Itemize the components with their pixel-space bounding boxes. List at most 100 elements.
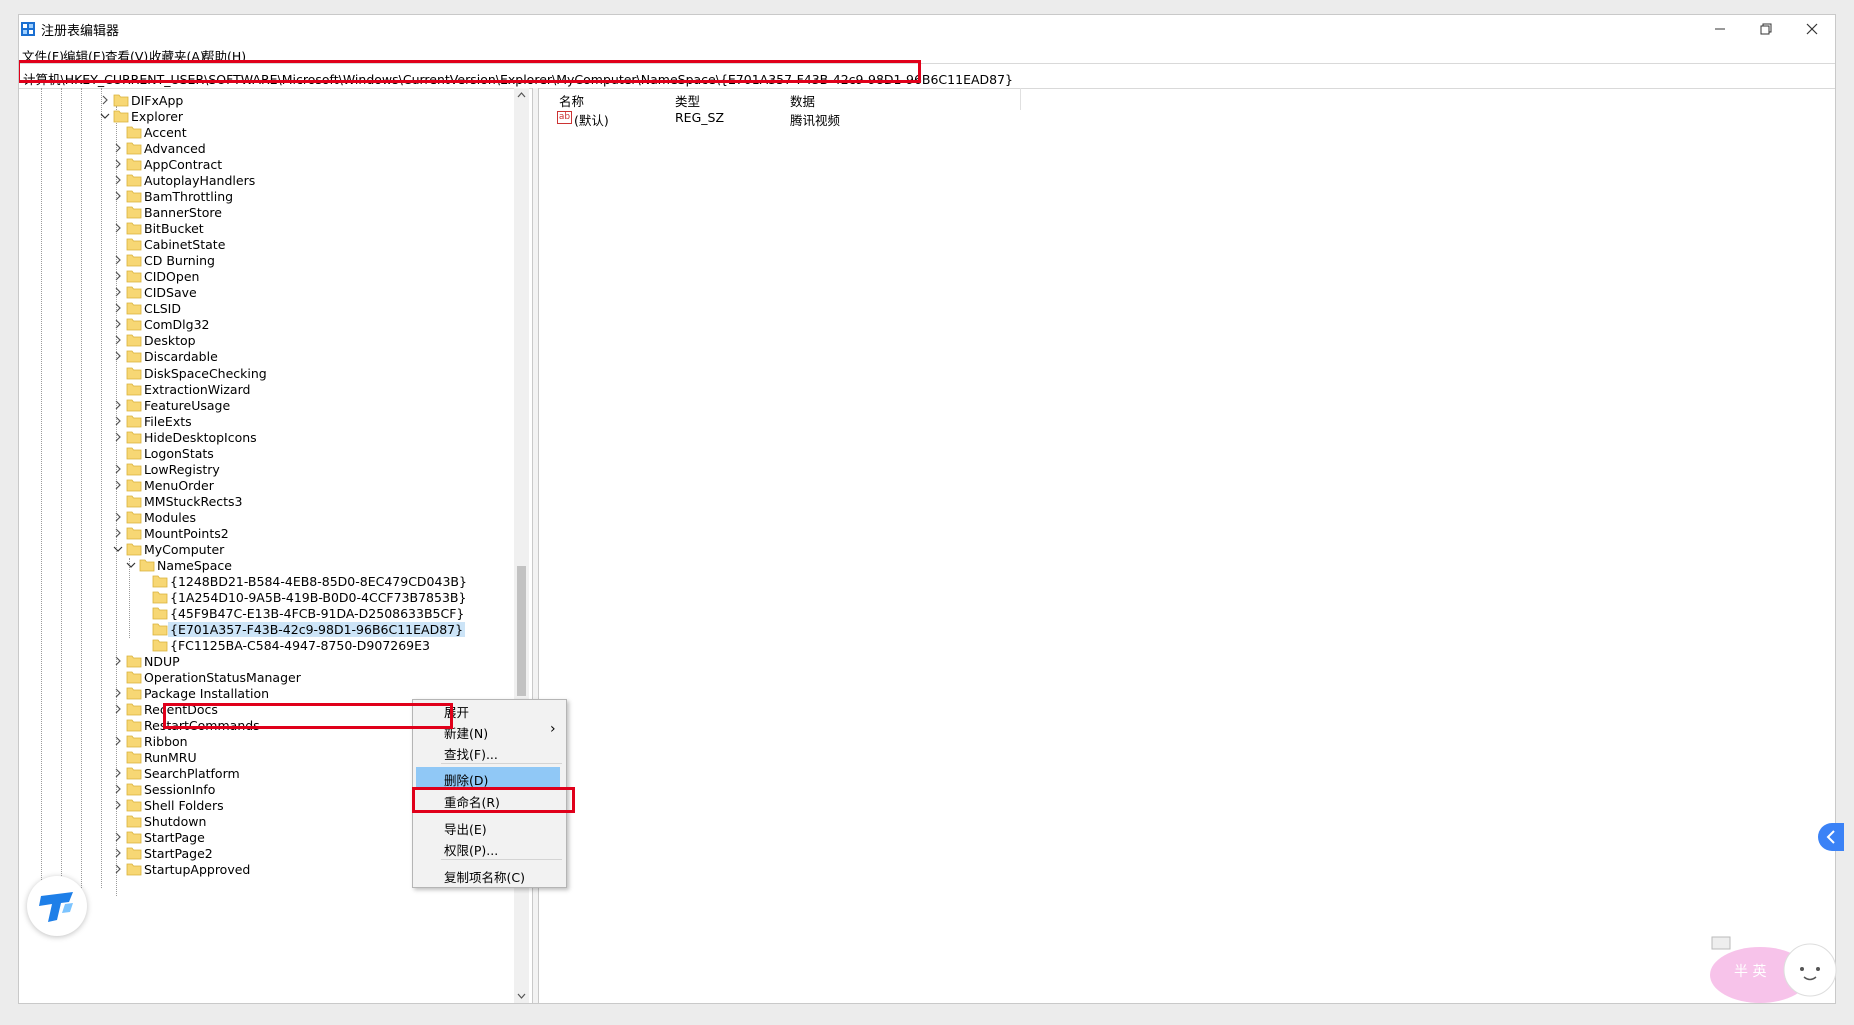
- expand-chevron-icon[interactable]: [112, 847, 124, 859]
- menu-item-rename[interactable]: 重命名(R): [444, 792, 500, 811]
- tree-node-label[interactable]: {E701A357-F43B-42c9-98D1-96B6C11EAD87}: [168, 621, 466, 637]
- tree-node-label[interactable]: AutoplayHandlers: [144, 173, 255, 188]
- expand-chevron-icon[interactable]: [112, 222, 124, 234]
- minimize-button[interactable]: [1697, 15, 1743, 43]
- menu-item-export[interactable]: 导出(E): [444, 819, 487, 838]
- tree-node-label[interactable]: Shell Folders: [144, 798, 224, 813]
- tree-node-label[interactable]: Discardable: [144, 349, 218, 364]
- tree-node-label[interactable]: MMStuckRects3: [144, 494, 243, 509]
- tree-node-label[interactable]: Accent: [144, 125, 187, 140]
- tree-node-label[interactable]: OperationStatusManager: [144, 670, 301, 685]
- tree-node-label[interactable]: LogonStats: [144, 446, 214, 461]
- expand-chevron-icon[interactable]: [99, 94, 111, 106]
- tree-node-label[interactable]: Ribbon: [144, 734, 188, 749]
- tree-node-label[interactable]: CabinetState: [144, 237, 225, 252]
- tree-node-label[interactable]: StartPage: [144, 830, 205, 845]
- expand-chevron-icon[interactable]: [112, 863, 124, 875]
- column-header-data[interactable]: 数据: [790, 91, 815, 110]
- expand-chevron-icon[interactable]: [112, 783, 124, 795]
- expand-chevron-icon[interactable]: [112, 511, 124, 523]
- tree-node-label[interactable]: AppContract: [144, 157, 222, 172]
- scroll-up-icon[interactable]: [514, 88, 529, 102]
- collapse-chevron-icon[interactable]: [99, 110, 111, 122]
- expand-chevron-icon[interactable]: [112, 767, 124, 779]
- tree-node-label[interactable]: MyComputer: [144, 542, 224, 557]
- tree-node-label[interactable]: SearchPlatform: [144, 766, 240, 781]
- tree-node-label[interactable]: CIDSave: [144, 285, 197, 300]
- tree-node-label[interactable]: NDUP: [144, 654, 180, 669]
- tree-node-label[interactable]: MountPoints2: [144, 526, 229, 541]
- menu-item-new[interactable]: 新建(N): [444, 723, 488, 742]
- expand-chevron-icon[interactable]: [112, 735, 124, 747]
- tree-node-label[interactable]: ExtractionWizard: [144, 382, 250, 397]
- tree-node-label[interactable]: Package Installation: [144, 686, 269, 701]
- tree-node-label[interactable]: HideDesktopIcons: [144, 430, 257, 445]
- collapse-chevron-icon[interactable]: [112, 543, 124, 555]
- tree-node-label[interactable]: CD Burning: [144, 253, 215, 268]
- side-panel-toggle[interactable]: [1818, 823, 1844, 851]
- expand-chevron-icon[interactable]: [112, 158, 124, 170]
- tree-node-label[interactable]: {45F9B47C-E13B-4FCB-91DA-D2508633B5CF}: [170, 606, 464, 621]
- expand-chevron-icon[interactable]: [112, 190, 124, 202]
- values-pane[interactable]: 名称 类型 数据 ab (默认) REG_SZ 腾讯视频: [539, 88, 1835, 1003]
- expand-chevron-icon[interactable]: [112, 302, 124, 314]
- menu-item-delete[interactable]: 删除(D): [444, 770, 488, 789]
- tree-node-label[interactable]: ComDlg32: [144, 317, 210, 332]
- tree-node-label[interactable]: FeatureUsage: [144, 398, 230, 413]
- expand-chevron-icon[interactable]: [112, 142, 124, 154]
- tree-node-label[interactable]: Desktop: [144, 333, 196, 348]
- expand-chevron-icon[interactable]: [112, 703, 124, 715]
- tree-node-label[interactable]: FileExts: [144, 414, 192, 429]
- close-button[interactable]: [1789, 15, 1835, 43]
- expand-chevron-icon[interactable]: [112, 463, 124, 475]
- menu-item-permissions[interactable]: 权限(P)...: [444, 840, 498, 859]
- expand-chevron-icon[interactable]: [112, 334, 124, 346]
- tree-node-label[interactable]: DiskSpaceChecking: [144, 366, 267, 381]
- scroll-down-icon[interactable]: [514, 989, 529, 1003]
- tree-node-label[interactable]: CLSID: [144, 301, 181, 316]
- tree-node-label[interactable]: RestartCommands: [144, 718, 260, 733]
- menu-item-copy-key-name[interactable]: 复制项名称(C): [444, 867, 525, 886]
- tree-node-label[interactable]: BannerStore: [144, 205, 222, 220]
- tree-node-label[interactable]: BamThrottling: [144, 189, 233, 204]
- expand-chevron-icon[interactable]: [112, 286, 124, 298]
- tree-node-label[interactable]: Advanced: [144, 141, 206, 156]
- expand-chevron-icon[interactable]: [112, 254, 124, 266]
- scroll-thumb[interactable]: [517, 566, 526, 696]
- tree-node-label[interactable]: DIFxApp: [131, 93, 183, 108]
- expand-chevron-icon[interactable]: [112, 350, 124, 362]
- tree-node-label[interactable]: BitBucket: [144, 221, 204, 236]
- tree-node-label[interactable]: MenuOrder: [144, 478, 214, 493]
- tree-node-label[interactable]: {1A254D10-9A5B-419B-B0D0-4CCF73B7853B}: [170, 590, 466, 605]
- expand-chevron-icon[interactable]: [112, 399, 124, 411]
- column-header-type[interactable]: 类型: [675, 91, 700, 110]
- restore-button[interactable]: [1743, 15, 1789, 43]
- tree-node-label[interactable]: {FC1125BA-C584-4947-8750-D907269E3: [170, 638, 430, 653]
- tree-node-label[interactable]: SessionInfo: [144, 782, 215, 797]
- address-path[interactable]: 计算机\HKEY_CURRENT_USER\SOFTWARE\Microsoft…: [23, 69, 1013, 88]
- expand-chevron-icon[interactable]: [112, 431, 124, 443]
- expand-chevron-icon[interactable]: [112, 415, 124, 427]
- expand-chevron-icon[interactable]: [112, 831, 124, 843]
- tree-node-label[interactable]: Modules: [144, 510, 196, 525]
- tree-node-label[interactable]: StartPage2: [144, 846, 213, 861]
- expand-chevron-icon[interactable]: [112, 687, 124, 699]
- collapse-chevron-icon[interactable]: [125, 559, 137, 571]
- tree-node-label[interactable]: CIDOpen: [144, 269, 199, 284]
- tree-node-label[interactable]: RecentDocs: [144, 702, 218, 717]
- tree-node-label[interactable]: {1248BD21-B584-4EB8-85D0-8EC479CD043B}: [170, 574, 467, 589]
- tree-node-label[interactable]: NameSpace: [157, 558, 232, 573]
- address-bar[interactable]: 计算机\HKEY_CURRENT_USER\SOFTWARE\Microsoft…: [19, 63, 1835, 89]
- expand-chevron-icon[interactable]: [112, 318, 124, 330]
- tree-node-label[interactable]: StartupApproved: [144, 862, 250, 877]
- expand-chevron-icon[interactable]: [112, 270, 124, 282]
- expand-chevron-icon[interactable]: [112, 527, 124, 539]
- column-separator[interactable]: [1020, 88, 1021, 110]
- expand-chevron-icon[interactable]: [112, 174, 124, 186]
- tree-node-label[interactable]: LowRegistry: [144, 462, 220, 477]
- expand-chevron-icon[interactable]: [112, 655, 124, 667]
- tree-node-label[interactable]: Shutdown: [144, 814, 206, 829]
- tree-node-label[interactable]: Explorer: [131, 109, 183, 124]
- column-header-name[interactable]: 名称: [559, 91, 584, 110]
- tree-node-label[interactable]: RunMRU: [144, 750, 197, 765]
